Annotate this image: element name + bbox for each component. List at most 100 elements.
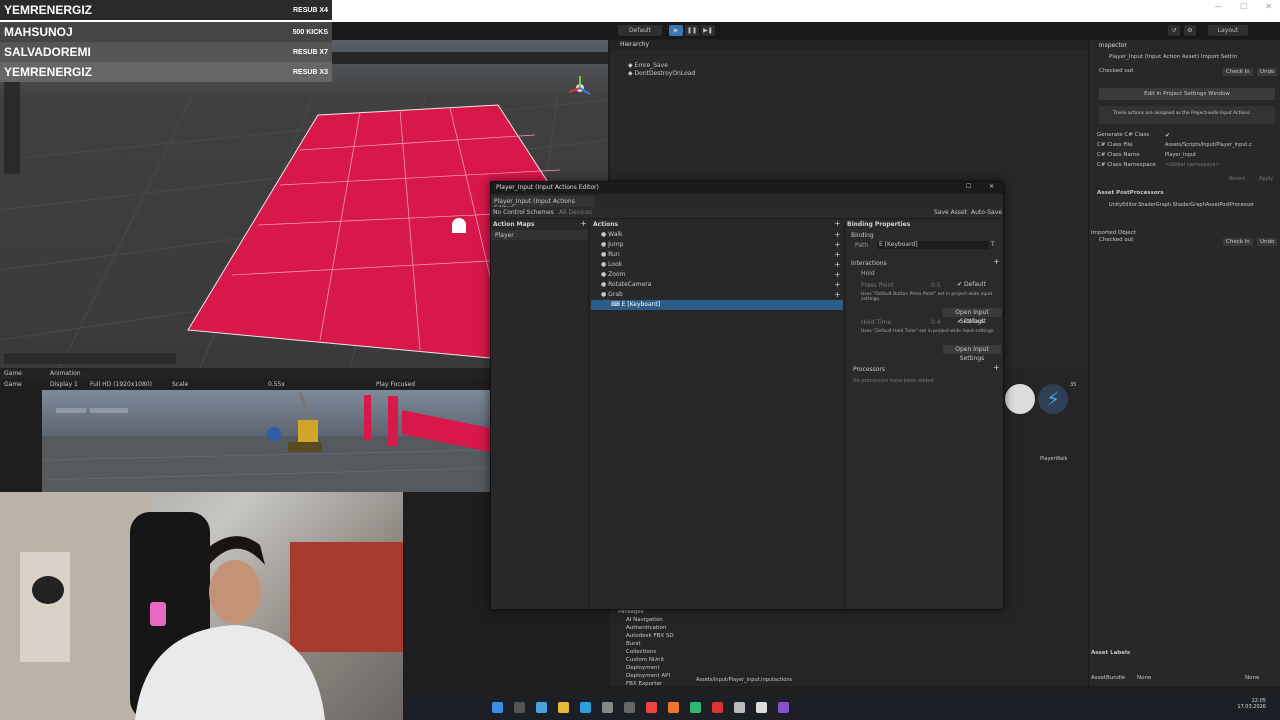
add-binding-icon[interactable]: + xyxy=(834,241,841,249)
input-asset-icon[interactable]: ⚡ xyxy=(1038,384,1068,414)
action-item-walk[interactable]: ● Walk + xyxy=(591,230,843,240)
add-processor-icon[interactable]: + xyxy=(993,364,1000,372)
revert-button[interactable]: Revert xyxy=(1229,176,1245,182)
action-map-item[interactable]: Player xyxy=(491,230,588,240)
system-clock[interactable]: 22:05 17.03.2026 xyxy=(1237,698,1266,710)
play-focused-dropdown[interactable]: Play Focused xyxy=(376,381,415,388)
tab-inspector[interactable]: Inspector xyxy=(1099,42,1127,49)
layout-dropdown[interactable]: Layout xyxy=(1208,25,1248,36)
package-item[interactable]: Custom NUnit xyxy=(618,656,674,664)
settings-icon[interactable] xyxy=(624,702,635,713)
axis-gizmo[interactable] xyxy=(568,76,591,95)
binding-section-label[interactable]: Binding xyxy=(851,232,874,239)
search-icon[interactable] xyxy=(514,702,525,713)
store-icon[interactable] xyxy=(602,702,613,713)
interactions-section-label[interactable]: Interactions xyxy=(851,260,887,267)
hold-time-value[interactable]: 0.4 xyxy=(931,319,941,326)
game-view[interactable] xyxy=(42,390,490,492)
package-item[interactable]: Autodesk FBX SD xyxy=(618,632,674,640)
edit-project-settings-button[interactable]: Edit in Project Settings Window xyxy=(1099,88,1275,100)
action-item-jump[interactable]: ● Jump + xyxy=(591,240,843,250)
check-in-button[interactable]: Check In xyxy=(1223,238,1253,246)
chrome-icon[interactable] xyxy=(646,702,657,713)
open-input-settings-button[interactable]: Open Input Settings xyxy=(943,345,1001,362)
class-name-field[interactable]: Player_Input xyxy=(1165,152,1196,158)
namespace-field[interactable]: <Global namespace> xyxy=(1165,162,1220,168)
tab-game[interactable]: Game xyxy=(4,370,22,377)
play-button[interactable]: ▶ xyxy=(669,25,683,36)
display-dropdown[interactable]: Display 1 xyxy=(50,381,78,388)
camera-gizmo[interactable] xyxy=(452,218,466,233)
gear-icon[interactable]: ⚙ xyxy=(1184,25,1196,36)
action-item-zoom[interactable]: ● Zoom + xyxy=(591,270,843,280)
add-action-map-icon[interactable]: + xyxy=(580,220,587,228)
minimize-icon[interactable]: — xyxy=(1214,2,1222,11)
processors-section-label[interactable]: Processors xyxy=(853,366,885,373)
add-binding-icon[interactable]: + xyxy=(834,251,841,259)
pause-button[interactable]: ❚❚ xyxy=(685,25,699,36)
hold-time-default-checkbox[interactable]: ✔ Default xyxy=(957,318,986,325)
path-dropdown[interactable]: E [Keyboard] xyxy=(877,241,989,249)
add-binding-icon[interactable]: + xyxy=(834,281,841,289)
firefox-icon[interactable] xyxy=(668,702,679,713)
press-point-default-checkbox[interactable]: ✔ Default xyxy=(957,281,986,288)
hierarchy-item[interactable]: ◆ Emre_Save xyxy=(628,62,668,69)
tab-animation[interactable]: Animation xyxy=(50,370,81,377)
asset-thumbnail[interactable] xyxy=(1005,384,1035,414)
start-icon[interactable] xyxy=(492,702,503,713)
scene-toolbar[interactable] xyxy=(332,52,608,64)
undo-button[interactable]: Undo xyxy=(1257,238,1278,246)
package-item[interactable]: Deployment xyxy=(618,664,674,672)
hold-label[interactable]: Hold xyxy=(861,270,875,277)
add-binding-icon[interactable]: + xyxy=(834,271,841,279)
package-item[interactable]: FBX Exporter xyxy=(618,680,674,688)
editor-tab[interactable]: Player_Input (Input Actions Editor) xyxy=(491,196,595,212)
unity-icon[interactable] xyxy=(734,702,745,713)
asset-variant-dropdown[interactable]: None xyxy=(1245,675,1259,681)
auto-save-toggle[interactable]: Auto-Save xyxy=(971,209,1002,216)
close-icon[interactable]: ✕ xyxy=(989,183,994,190)
copilot-icon[interactable] xyxy=(536,702,547,713)
add-binding-icon[interactable]: + xyxy=(834,231,841,239)
maximize-icon[interactable]: ☐ xyxy=(1240,2,1247,11)
asset-bundle-dropdown[interactable]: None xyxy=(1137,675,1151,681)
package-item[interactable]: Collections xyxy=(618,648,674,656)
undo-button[interactable]: Undo xyxy=(1257,68,1278,76)
open-input-settings-button[interactable]: Open Input Settings xyxy=(943,308,1001,325)
action-item-run[interactable]: ● Run + xyxy=(591,250,843,260)
action-item-grab[interactable]: ● Grab + xyxy=(591,290,843,300)
binding-item-selected[interactable]: ⌨ E [Keyboard] xyxy=(591,300,843,310)
maximize-icon[interactable]: ☐ xyxy=(966,183,971,190)
generate-class-checkbox[interactable]: ✔ xyxy=(1165,132,1170,139)
check-in-button[interactable]: Check In xyxy=(1223,68,1253,76)
package-item[interactable]: Burst xyxy=(618,640,674,648)
app-icon[interactable] xyxy=(690,702,701,713)
editor-title-bar[interactable]: Player_Input (Input Actions Editor) ☐ ✕ xyxy=(491,182,1003,194)
all-devices-dropdown[interactable]: All Devices xyxy=(559,209,592,216)
control-schemes-dropdown[interactable]: No Control Schemes xyxy=(493,209,554,216)
listen-button[interactable]: T xyxy=(991,241,995,248)
add-binding-icon[interactable]: + xyxy=(834,291,841,299)
add-interaction-icon[interactable]: + xyxy=(993,258,1000,266)
scale-value[interactable]: 0.55x xyxy=(268,381,285,388)
apply-button[interactable]: Apply xyxy=(1259,176,1273,182)
hierarchy-item[interactable]: ◆ DontDestroyOnLoad xyxy=(628,70,695,77)
save-asset-button[interactable]: Save Asset xyxy=(934,209,967,216)
edge-icon[interactable] xyxy=(580,702,591,713)
package-item[interactable]: Deployment API xyxy=(618,672,674,680)
package-item[interactable]: AI Navigation xyxy=(618,616,674,624)
tab-hierarchy[interactable]: Hierarchy xyxy=(620,41,649,48)
step-button[interactable]: ▶❚ xyxy=(701,25,715,36)
scene-tools-palette[interactable] xyxy=(4,78,20,174)
folder-icon[interactable] xyxy=(558,702,569,713)
unity-hub-icon[interactable] xyxy=(756,702,767,713)
press-point-value[interactable]: 0.5 xyxy=(931,282,941,289)
scene-overlay-toolbar[interactable] xyxy=(4,353,176,364)
history-icon[interactable]: ↺ xyxy=(1168,25,1180,36)
class-file-field[interactable]: Assets/Scripts/Input/Player_Input.c xyxy=(1165,142,1252,148)
action-item-look[interactable]: ● Look + xyxy=(591,260,843,270)
default-layout-dropdown[interactable]: Default xyxy=(618,25,662,36)
add-action-icon[interactable]: + xyxy=(834,220,841,228)
action-item-rotatecamera[interactable]: ● RotateCamera + xyxy=(591,280,843,290)
package-item[interactable]: Authentication xyxy=(618,624,674,632)
